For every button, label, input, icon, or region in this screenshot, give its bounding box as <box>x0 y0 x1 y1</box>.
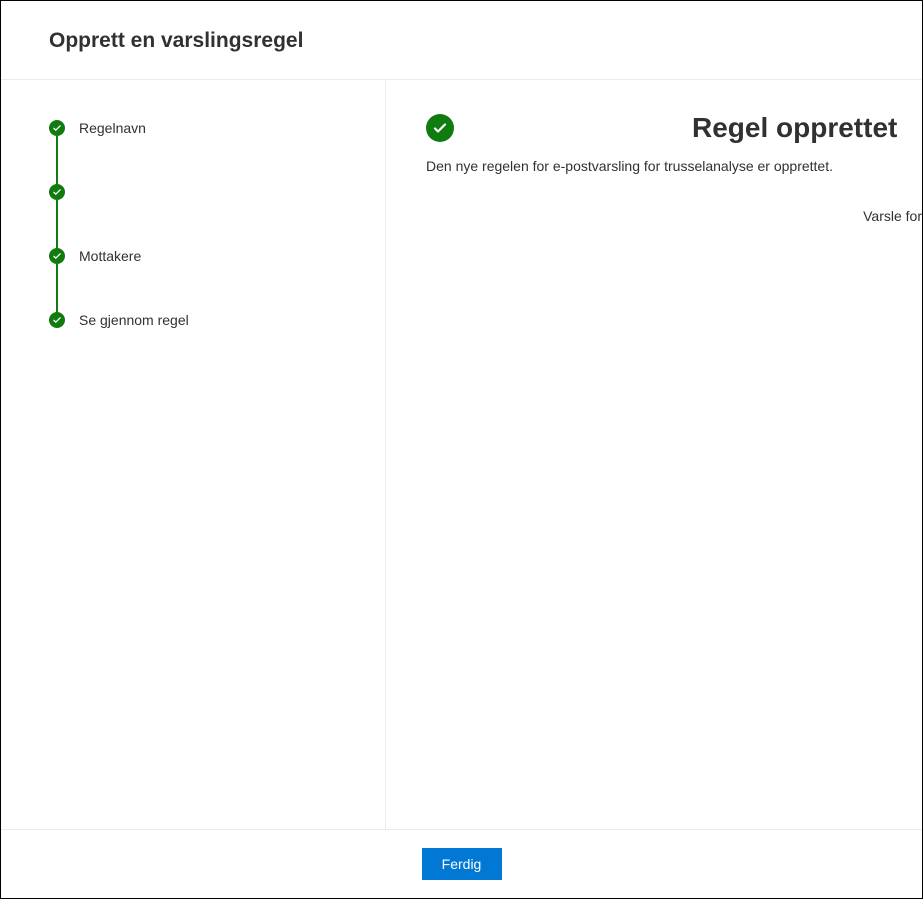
done-button[interactable]: Ferdig <box>422 848 502 880</box>
success-title: Regel opprettet <box>692 112 897 144</box>
notify-for-label: Varsle for <box>851 208 922 224</box>
wizard-sidebar: Regelnavn Mottakere <box>1 80 386 829</box>
dialog-title: Opprett en varslingsregel <box>49 29 922 53</box>
checkmark-icon <box>49 184 65 200</box>
wizard-step-review-rule[interactable]: Se gjennom regel <box>49 312 385 328</box>
dialog-footer: Ferdig <box>1 829 922 898</box>
success-header-row: Regel opprettet <box>426 112 922 144</box>
main-panel: Regel opprettet Den nye regelen for e-po… <box>386 80 922 829</box>
create-notification-rule-dialog: Opprett en varslingsregel Regelnavn <box>1 1 922 898</box>
wizard-step-blank[interactable] <box>49 184 385 248</box>
checkmark-icon <box>49 312 65 328</box>
step-label: Regelnavn <box>79 120 146 136</box>
wizard-steps: Regelnavn Mottakere <box>49 120 385 328</box>
success-description: Den nye regelen for e-postvarsling for t… <box>426 158 922 174</box>
step-connector <box>56 200 58 249</box>
step-label: Mottakere <box>79 248 141 264</box>
step-connector <box>56 136 58 185</box>
wizard-step-rule-name[interactable]: Regelnavn <box>49 120 385 184</box>
dialog-body: Regelnavn Mottakere <box>1 79 922 829</box>
success-checkmark-icon <box>426 114 454 142</box>
dialog-header: Opprett en varslingsregel <box>1 1 922 79</box>
wizard-step-recipients[interactable]: Mottakere <box>49 248 385 312</box>
checkmark-icon <box>49 248 65 264</box>
checkmark-icon <box>49 120 65 136</box>
step-connector <box>56 264 58 313</box>
step-label: Se gjennom regel <box>79 312 189 328</box>
